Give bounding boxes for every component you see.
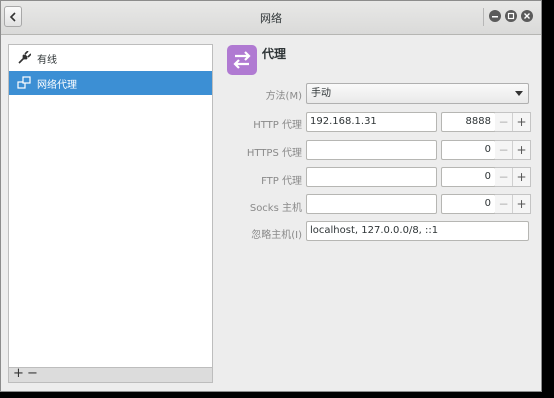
sidebar-item-wired[interactable]: 有线	[9, 46, 212, 70]
https-proxy-label: HTTPS 代理	[246, 148, 302, 159]
http-proxy-label: HTTP 代理	[253, 120, 302, 131]
ftp-proxy-label: FTP 代理	[261, 176, 302, 187]
ftp-port-input[interactable]: 0	[441, 167, 496, 187]
connection-list: 有线 网络代理 + −	[8, 44, 213, 383]
add-connection-button[interactable]: +	[13, 366, 24, 381]
socks-port-increment[interactable]: +	[513, 195, 530, 213]
page-title: 代理	[262, 47, 287, 61]
socks-port-input[interactable]: 0	[441, 194, 496, 214]
network-proxy-icon	[17, 76, 31, 90]
close-icon	[524, 13, 530, 19]
sidebar-item-network-proxy[interactable]: 网络代理	[9, 71, 212, 95]
http-port-input[interactable]: 8888	[441, 112, 496, 132]
maximize-button[interactable]	[505, 10, 517, 22]
http-port-decrement[interactable]: −	[495, 113, 513, 131]
method-combobox[interactable]: 手动	[306, 83, 529, 104]
https-port-stepper: − +	[495, 140, 531, 160]
https-host-input[interactable]	[306, 140, 437, 160]
http-host-input[interactable]: 192.168.1.31	[306, 112, 437, 132]
socks-host-label: Socks 主机	[249, 203, 302, 214]
socks-host-input[interactable]	[306, 194, 437, 214]
https-port-increment[interactable]: +	[513, 141, 530, 159]
ftp-port-increment[interactable]: +	[513, 168, 530, 186]
proxy-icon	[227, 45, 257, 75]
https-port-decrement[interactable]: −	[495, 141, 513, 159]
maximize-icon	[507, 12, 515, 20]
ftp-port-stepper: − +	[495, 167, 531, 187]
ignore-hosts-label: 忽略主机(I)	[251, 230, 302, 241]
close-button[interactable]	[521, 10, 533, 22]
http-port-increment[interactable]: +	[513, 113, 530, 131]
ignore-hosts-input[interactable]: localhost, 127.0.0.0/8, ::1	[306, 221, 529, 241]
method-value: 手动	[311, 88, 331, 99]
http-port-stepper: − +	[495, 112, 531, 132]
sidebar-item-label: 有线	[37, 54, 57, 66]
titlebar: 网络	[1, 1, 541, 35]
minimize-icon	[492, 16, 498, 18]
window-controls	[489, 10, 533, 22]
socks-port-decrement[interactable]: −	[495, 195, 513, 213]
titlebar-separator	[483, 8, 484, 26]
ftp-port-decrement[interactable]: −	[495, 168, 513, 186]
method-label: 方法(M)	[265, 91, 302, 102]
minimize-button[interactable]	[489, 10, 501, 22]
remove-connection-button[interactable]: −	[27, 366, 38, 381]
chevron-down-icon	[515, 91, 523, 96]
sidebar-toolbar: + −	[9, 366, 212, 382]
socks-port-stepper: − +	[495, 194, 531, 214]
ftp-host-input[interactable]	[306, 167, 437, 187]
window-title: 网络	[260, 12, 282, 25]
network-settings-window: 网络 有线 网络代理 + − 代理 方法(M) 手动 HTTP 代理 192.1…	[0, 0, 542, 392]
wired-icon	[17, 51, 31, 65]
https-port-input[interactable]: 0	[441, 140, 496, 160]
sidebar-item-label: 网络代理	[37, 79, 77, 91]
